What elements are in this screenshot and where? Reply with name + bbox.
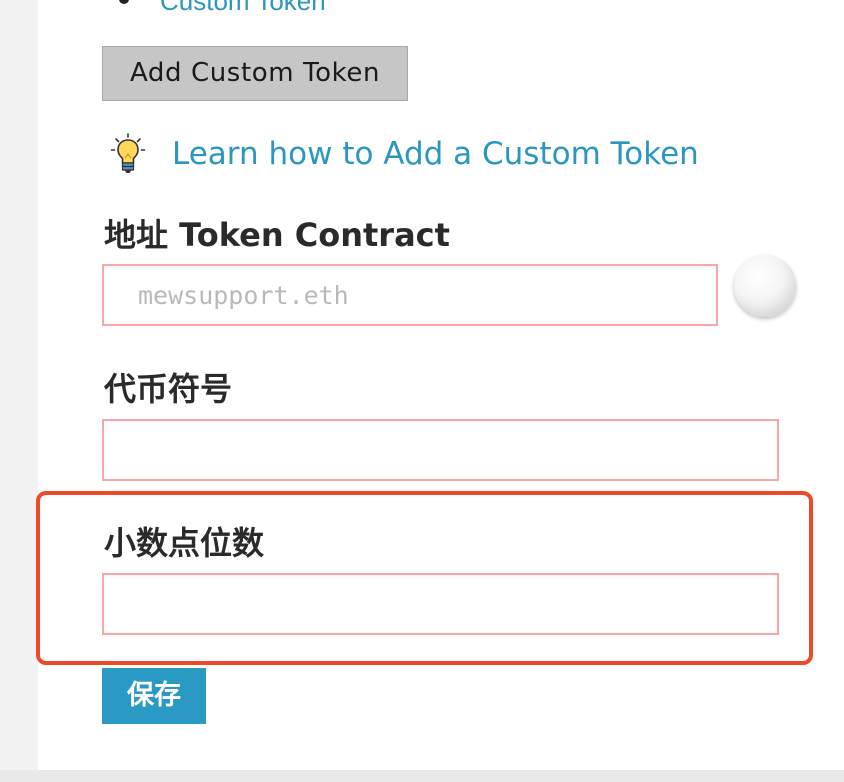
decimals-input[interactable] <box>104 575 777 633</box>
add-custom-token-button[interactable]: Add Custom Token <box>102 46 408 101</box>
symbol-input[interactable] <box>104 421 777 479</box>
learn-add-custom-token-link[interactable]: Learn how to Add a Custom Token <box>172 136 699 172</box>
symbol-field[interactable] <box>102 419 779 481</box>
address-input[interactable] <box>104 266 716 324</box>
symbol-label: 代币符号 <box>104 370 233 408</box>
lightbulb-icon <box>110 133 146 173</box>
decimals-field[interactable] <box>102 573 779 635</box>
bottom-divider <box>0 770 844 782</box>
save-button[interactable]: 保存 <box>102 668 206 724</box>
custom-token-link[interactable]: Custom Token <box>160 0 326 17</box>
decimals-label: 小数点位数 <box>104 524 265 562</box>
address-identicon <box>734 255 796 317</box>
address-label: 地址 Token Contract <box>104 216 450 254</box>
address-field[interactable] <box>102 264 718 326</box>
learn-link-row[interactable]: Learn how to Add a Custom Token <box>110 130 699 178</box>
